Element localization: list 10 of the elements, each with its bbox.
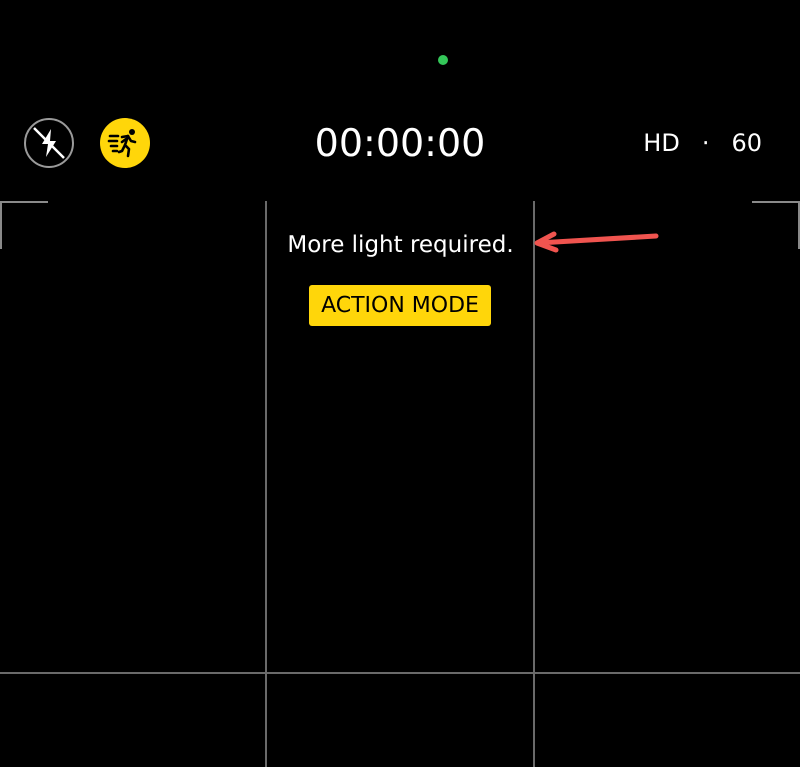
frame-corner-bracket — [752, 201, 800, 249]
recording-timer: 00:00:00 — [314, 124, 486, 162]
action-mode-button[interactable] — [100, 118, 150, 168]
flash-button[interactable] — [24, 118, 74, 168]
frame-corner-bracket — [0, 201, 48, 249]
low-light-message: More light required. — [287, 231, 514, 260]
resolution-label[interactable]: HD — [643, 125, 680, 161]
frame-rate-label[interactable]: 60 — [731, 125, 762, 161]
action-mode-badge: ACTION MODE — [309, 284, 491, 326]
separator-dot: · — [702, 128, 710, 159]
